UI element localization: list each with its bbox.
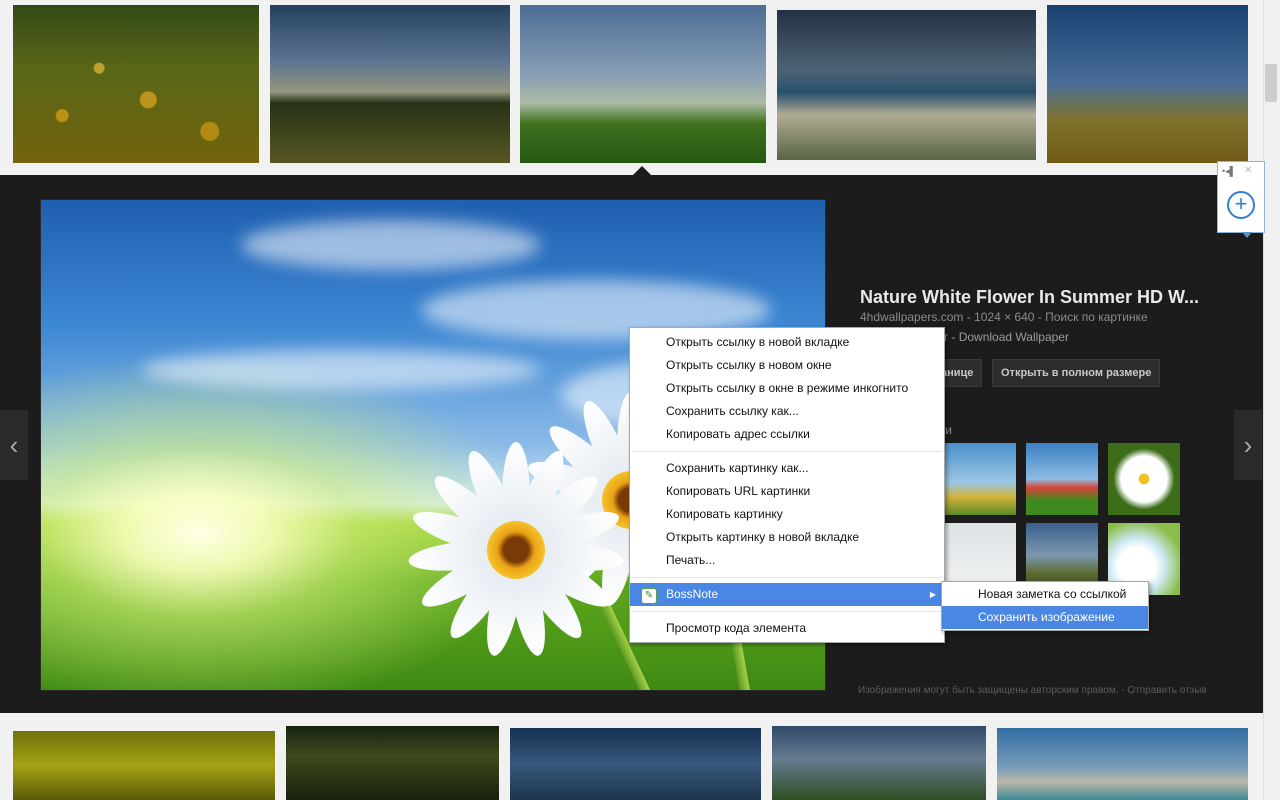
thumbnail-night-sky[interactable] bbox=[510, 728, 761, 800]
thumbnail-sunflowers[interactable] bbox=[13, 5, 259, 163]
menu-open-link-new-window[interactable]: Открыть ссылку в новом окне bbox=[630, 354, 944, 377]
scrollbar-thumb[interactable] bbox=[1265, 64, 1277, 102]
bossnote-icon: ✎ bbox=[641, 588, 657, 604]
menu-copy-image[interactable]: Копировать картинку bbox=[630, 503, 944, 526]
menu-separator bbox=[632, 611, 942, 612]
menu-save-image-as[interactable]: Сохранить картинку как... bbox=[630, 457, 944, 480]
thumbnail-coast[interactable] bbox=[997, 728, 1248, 800]
related-image[interactable] bbox=[1108, 443, 1180, 515]
copyright-notice[interactable]: Изображения могут быть защищены авторски… bbox=[858, 685, 1207, 696]
add-plus-icon[interactable]: + bbox=[1227, 191, 1255, 219]
submenu-save-image[interactable]: Сохранить изображение bbox=[942, 606, 1148, 629]
menu-inspect-element[interactable]: Просмотр кода элемента bbox=[630, 617, 944, 640]
submenu-arrow-icon: ▶ bbox=[929, 590, 936, 599]
thumbnail-field[interactable] bbox=[772, 726, 986, 800]
menu-copy-image-url[interactable]: Копировать URL картинки bbox=[630, 480, 944, 503]
menu-separator bbox=[632, 451, 942, 452]
menu-open-image-new-tab[interactable]: Открыть картинку в новой вкладке bbox=[630, 526, 944, 549]
menu-copy-link-address[interactable]: Копировать адрес ссылки bbox=[630, 423, 944, 446]
image-meta[interactable]: 4hdwallpapers.com - 1024 × 640 - Поиск п… bbox=[860, 310, 1148, 324]
context-menu: Открыть ссылку в новой вкладке Открыть с… bbox=[629, 327, 945, 643]
preview-pointer bbox=[633, 166, 651, 175]
thumbnail-beach[interactable] bbox=[777, 10, 1036, 160]
menu-print[interactable]: Печать... bbox=[630, 549, 944, 572]
menu-open-link-incognito[interactable]: Открыть ссылку в окне в режиме инкогнито bbox=[630, 377, 944, 400]
image-title[interactable]: Nature White Flower In Summer HD W... bbox=[860, 287, 1230, 308]
submenu-new-note-with-link[interactable]: Новая заметка со ссылкой bbox=[942, 583, 1148, 606]
prev-image-arrow[interactable]: ‹ bbox=[0, 410, 28, 480]
menu-open-link-new-tab[interactable]: Открыть ссылку в новой вкладке bbox=[630, 331, 944, 354]
related-image[interactable] bbox=[944, 443, 1016, 515]
menu-save-link-as[interactable]: Сохранить ссылку как... bbox=[630, 400, 944, 423]
caret-down-icon bbox=[1242, 232, 1252, 238]
thumbnail-forest[interactable] bbox=[286, 726, 499, 800]
bossnote-submenu: Новая заметка со ссылкой Сохранить изобр… bbox=[941, 581, 1149, 631]
thumbnail-hay-bale[interactable] bbox=[1047, 5, 1248, 163]
related-image[interactable] bbox=[1026, 443, 1098, 515]
close-icon[interactable]: ✕ bbox=[1244, 165, 1252, 176]
menu-bossnote[interactable]: ✎ BossNote ▶ bbox=[630, 583, 944, 606]
menu-bossnote-label: BossNote bbox=[666, 587, 719, 601]
pin-icon[interactable]: •◂▌ bbox=[1222, 166, 1236, 177]
thumbnail-wheat[interactable] bbox=[13, 731, 275, 800]
thumbnail-daisies-selected[interactable] bbox=[520, 5, 766, 163]
open-fullsize-button[interactable]: Открыть в полном размере bbox=[992, 359, 1161, 387]
thumbnail-trees-sunset[interactable] bbox=[270, 5, 510, 163]
menu-separator bbox=[632, 577, 942, 578]
next-image-arrow[interactable]: › bbox=[1234, 410, 1262, 480]
page-scrollbar[interactable] bbox=[1263, 0, 1280, 800]
